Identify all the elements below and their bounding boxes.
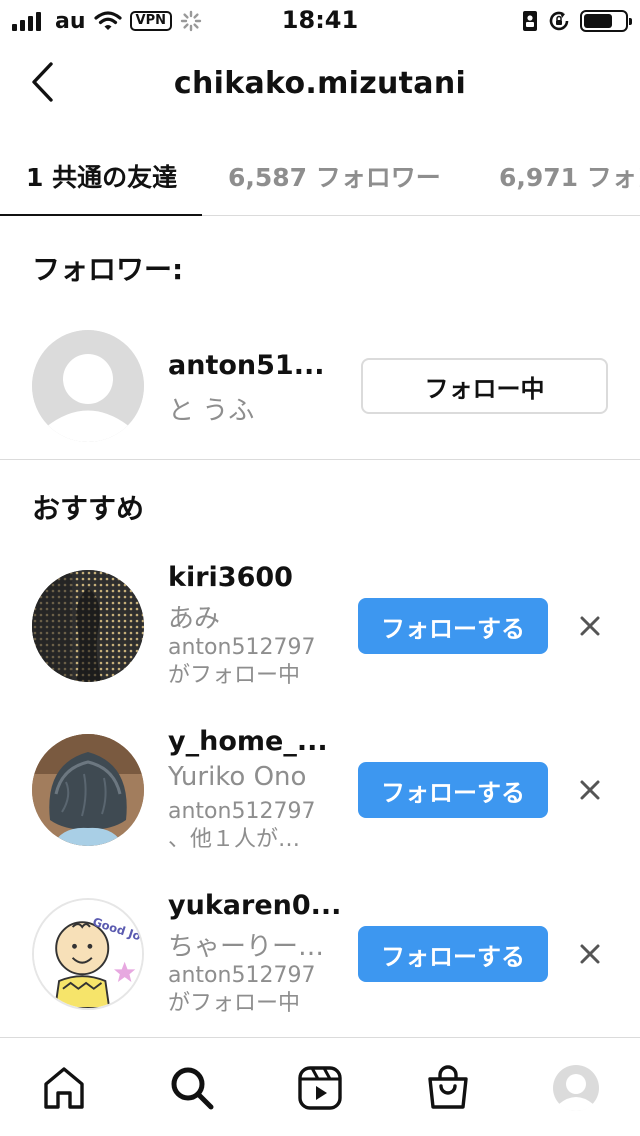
dismiss-button[interactable] bbox=[570, 934, 610, 974]
avatar-cartoon-image: Good Job bbox=[34, 900, 142, 1008]
suggested-section-title: おすすめ bbox=[32, 492, 145, 525]
orientation-lock-icon bbox=[548, 10, 570, 32]
follower-row[interactable]: anton51... と うふ フォロー中 bbox=[0, 330, 640, 442]
suggested-fullname: あみ bbox=[168, 604, 221, 634]
close-icon bbox=[580, 616, 600, 636]
portrait-lock-icon bbox=[522, 10, 538, 32]
header: chikako.mizutani bbox=[0, 48, 640, 120]
suggested-row[interactable]: kiri3600 あみ anton512797 がフォロー中 フォローする bbox=[0, 562, 640, 692]
follow-button[interactable]: フォローする bbox=[358, 762, 548, 818]
follow-button[interactable]: フォローする bbox=[358, 598, 548, 654]
suggested-username[interactable]: y_home_... bbox=[168, 726, 328, 757]
mutual-text: anton512797 bbox=[168, 963, 316, 988]
suggested-fullname: Yuriko Ono bbox=[168, 762, 307, 792]
close-icon bbox=[580, 780, 600, 800]
home-icon bbox=[44, 1067, 84, 1109]
follower-username[interactable]: anton51... bbox=[168, 350, 324, 381]
status-bar: au VPN 18:41 bbox=[0, 0, 640, 40]
mutual-text: anton512797 bbox=[168, 799, 316, 824]
mutual-text: anton512797 bbox=[168, 635, 316, 660]
profile-avatar-icon bbox=[553, 1065, 599, 1111]
battery-icon bbox=[580, 10, 632, 32]
suggested-row[interactable]: Good Job yukaren0... ちゃーりー… anton512797 … bbox=[0, 890, 640, 1020]
avatar-photo-image bbox=[32, 734, 144, 846]
suggested-username[interactable]: yukaren0... bbox=[168, 890, 341, 921]
suggested-fullname: ちゃーりー… bbox=[168, 932, 325, 962]
tabs: 1 共通の友達 6,587 フォロワー 6,971 フォロ bbox=[0, 136, 640, 216]
tab-reels[interactable] bbox=[292, 1060, 348, 1116]
tab-mutual-friends[interactable]: 1 共通の友達 bbox=[26, 136, 177, 215]
followers-section-title: フォロワー: bbox=[32, 253, 184, 286]
search-icon bbox=[171, 1067, 214, 1110]
tab-home[interactable] bbox=[36, 1060, 92, 1116]
mutual-text-line2: がフォロー中 bbox=[168, 991, 301, 1016]
following-button[interactable]: フォロー中 bbox=[361, 358, 608, 414]
shop-icon bbox=[428, 1065, 468, 1109]
mutual-text-line2: がフォロー中 bbox=[168, 663, 301, 688]
suggested-row[interactable]: y_home_... Yuriko Ono anton512797 、他１人が…… bbox=[0, 726, 640, 856]
suggested-username[interactable]: kiri3600 bbox=[168, 562, 293, 593]
avatar[interactable] bbox=[32, 330, 144, 442]
mutual-text-line2: 、他１人が… bbox=[168, 827, 301, 852]
tab-profile[interactable] bbox=[548, 1060, 604, 1116]
tab-shop[interactable] bbox=[420, 1060, 476, 1116]
dismiss-button[interactable] bbox=[570, 606, 610, 646]
avatar[interactable] bbox=[32, 570, 144, 682]
page-title: chikako.mizutani bbox=[173, 66, 467, 101]
avatar[interactable] bbox=[32, 734, 144, 846]
screen: au VPN 18:41 chikako.mizutani 1 共通の友達 6,… bbox=[0, 0, 640, 1136]
section-divider bbox=[0, 459, 640, 460]
dismiss-button[interactable] bbox=[570, 770, 610, 810]
follow-button[interactable]: フォローする bbox=[358, 926, 548, 982]
tab-followers[interactable]: 6,587 フォロワー bbox=[228, 136, 441, 215]
tab-search[interactable] bbox=[164, 1060, 220, 1116]
reels-icon bbox=[298, 1066, 342, 1110]
tab-following[interactable]: 6,971 フォロ bbox=[499, 136, 640, 215]
avatar[interactable]: Good Job bbox=[32, 898, 144, 1010]
close-icon bbox=[580, 944, 600, 964]
active-tab-indicator bbox=[0, 214, 202, 216]
avatar-photo-image bbox=[32, 570, 144, 682]
follower-fullname: と うふ bbox=[168, 396, 255, 426]
default-avatar-icon bbox=[32, 330, 144, 442]
bottom-tab-bar bbox=[0, 1037, 640, 1136]
status-right bbox=[522, 8, 632, 34]
